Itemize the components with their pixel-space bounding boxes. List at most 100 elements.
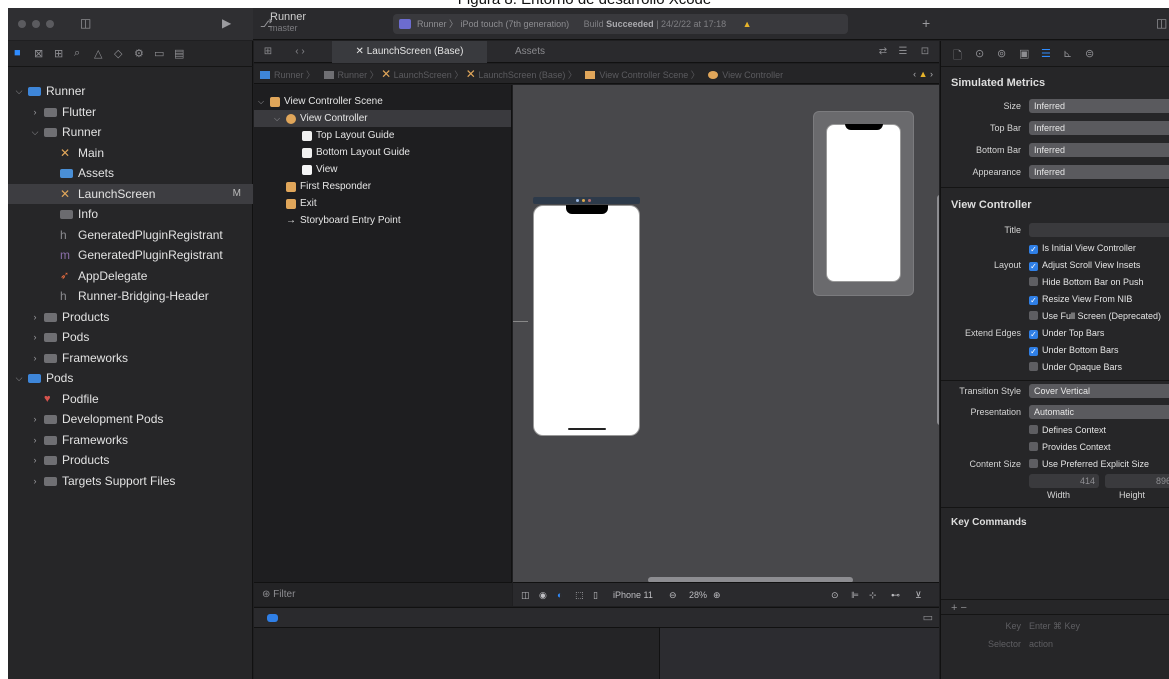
- history-icon[interactable]: ⊙: [975, 47, 984, 60]
- navigator-item[interactable]: ✕ Main: [8, 143, 253, 164]
- search-icon[interactable]: ⌕: [74, 47, 80, 60]
- height-field[interactable]: 896: [1105, 474, 1169, 488]
- scheme-selector[interactable]: Runner master: [270, 12, 315, 34]
- vertical-scrollbar[interactable]: [937, 195, 939, 425]
- outline-item[interactable]: Bottom Layout Guide: [254, 144, 511, 161]
- appearance-popup[interactable]: Inferred: [1029, 165, 1169, 179]
- split-editor-icon[interactable]: ⊡: [916, 41, 934, 63]
- chevron-right-icon[interactable]: ›: [30, 307, 40, 328]
- run-destination[interactable]: Runner 〉 iPod touch (7th generation): [417, 19, 569, 29]
- add-key-command-icon[interactable]: +: [951, 602, 957, 614]
- chevron-right-icon[interactable]: ›: [30, 430, 40, 451]
- inspector-checkbox[interactable]: Defines Context: [1029, 423, 1106, 437]
- inspector-checkbox[interactable]: ✓ Resize View From NIB: [1029, 292, 1132, 306]
- inspector-checkbox[interactable]: Under Opaque Bars: [1029, 360, 1122, 374]
- size-popup[interactable]: Inferred: [1029, 99, 1169, 113]
- selector-field[interactable]: action: [1029, 639, 1053, 649]
- warning-icon[interactable]: △: [94, 47, 102, 60]
- warning-triangle-icon[interactable]: ▲: [743, 19, 752, 29]
- device-frame-icon[interactable]: ▯: [593, 583, 598, 607]
- navigator-item[interactable]: h GeneratedPluginRegistrant: [8, 225, 253, 246]
- source-control-icon[interactable]: ⊠: [34, 47, 43, 60]
- width-field[interactable]: 414: [1029, 474, 1099, 488]
- navigator-item[interactable]: Assets: [8, 163, 253, 184]
- inspector-checkbox[interactable]: ✓ Under Bottom Bars: [1029, 343, 1119, 357]
- chevron-down-icon[interactable]: ⌵: [258, 93, 264, 110]
- inspector-checkbox[interactable]: Hide Bottom Bar on Push: [1029, 275, 1144, 289]
- navigator-item[interactable]: ➶ AppDelegate: [8, 266, 253, 287]
- chevron-right-icon[interactable]: ›: [30, 102, 40, 123]
- navigator-item[interactable]: Info: [8, 204, 253, 225]
- outline-item[interactable]: ⌵ View Controller: [254, 110, 511, 127]
- zoom-window-button[interactable]: [46, 20, 54, 28]
- refresh-icon[interactable]: ⇄: [874, 41, 892, 63]
- jump-seg-4[interactable]: LaunchScreen (Base): [478, 70, 565, 80]
- zoom-out-icon[interactable]: ⊖: [669, 583, 677, 607]
- back-forward-icon[interactable]: ‹ ›: [280, 41, 320, 63]
- is-initial-checkbox[interactable]: ✓ Is Initial View Controller: [1029, 241, 1136, 255]
- navigator-item[interactable]: › Development Pods: [8, 409, 253, 430]
- outline-item[interactable]: View: [254, 161, 511, 178]
- editor-options-icon[interactable]: ☰: [894, 41, 912, 63]
- resolve-issues-icon[interactable]: ⊷: [891, 583, 900, 607]
- chevron-right-icon[interactable]: ›: [30, 409, 40, 430]
- main-device[interactable]: [826, 124, 901, 282]
- outline-item[interactable]: ⌵ View Controller Scene: [254, 93, 511, 110]
- console-pane[interactable]: [659, 628, 939, 679]
- outline-toggle-icon[interactable]: ◫: [521, 583, 530, 607]
- filter-field[interactable]: ⊛ Filter: [262, 589, 295, 600]
- update-frames-icon[interactable]: ⊙: [831, 583, 839, 607]
- navigator-item[interactable]: › Flutter: [8, 102, 253, 123]
- debug-toggle-icon[interactable]: [267, 614, 278, 622]
- connections-icon[interactable]: ⊜: [1085, 47, 1094, 60]
- chevron-down-icon[interactable]: ⌵: [14, 81, 24, 102]
- related-items-icon[interactable]: ⊞: [258, 41, 278, 63]
- navigator-item[interactable]: m GeneratedPluginRegistrant: [8, 245, 253, 266]
- run-button-icon[interactable]: ▶: [222, 16, 231, 30]
- navigator-item[interactable]: › Targets Support Files: [8, 471, 253, 492]
- hierarchy-icon[interactable]: ⊞: [54, 47, 63, 60]
- appearance-icon[interactable]: ◉: [539, 583, 547, 607]
- jump-seg-2[interactable]: Runner: [338, 70, 368, 80]
- embed-icon[interactable]: ⊻: [915, 583, 922, 607]
- tab-launchscreen[interactable]: ✕ LaunchScreen (Base): [332, 41, 487, 63]
- breakpoint-icon[interactable]: ▭: [154, 47, 164, 60]
- report-icon[interactable]: ▤: [174, 47, 184, 60]
- close-window-button[interactable]: [18, 20, 26, 28]
- file-inspector-icon[interactable]: 🗋: [953, 47, 962, 66]
- outline-item[interactable]: First Responder: [254, 178, 511, 195]
- inspector-checkbox[interactable]: Use Full Screen (Deprecated): [1029, 309, 1161, 323]
- remove-key-command-icon[interactable]: −: [961, 602, 967, 614]
- outline-item[interactable]: → Storyboard Entry Point: [254, 212, 511, 229]
- navigator-item[interactable]: ♥ Podfile: [8, 389, 253, 410]
- dark-mode-icon[interactable]: ◐: [557, 583, 562, 607]
- jump-seg-5[interactable]: View Controller Scene: [599, 70, 688, 80]
- main-scene-frame[interactable]: [813, 111, 914, 296]
- attributes-icon[interactable]: ☰: [1041, 47, 1051, 60]
- tab-assets[interactable]: Assets: [490, 41, 570, 63]
- inspector-checkbox[interactable]: Provides Context: [1029, 440, 1111, 454]
- inspector-toggle-icon[interactable]: ◫: [1156, 16, 1167, 30]
- outline-filter[interactable]: ⊛ Filter: [254, 582, 512, 606]
- navigator-item[interactable]: › Products: [8, 450, 253, 471]
- bottom-bar-popup[interactable]: Inferred: [1029, 143, 1169, 157]
- chevron-down-icon[interactable]: ⌵: [274, 110, 280, 127]
- device-selector[interactable]: iPhone 11: [613, 583, 653, 607]
- sidebar-toggle-icon[interactable]: ◫: [80, 16, 91, 30]
- inspector-checkbox[interactable]: ✓ Adjust Scroll View Insets: [1029, 258, 1140, 272]
- chevron-right-icon[interactable]: ›: [30, 348, 40, 369]
- navigator-item[interactable]: ⌵ Runner: [8, 122, 253, 143]
- presentation-popup[interactable]: Automatic: [1029, 405, 1169, 419]
- navigator-item[interactable]: h Runner-Bridging-Header: [8, 286, 253, 307]
- title-field[interactable]: [1029, 223, 1169, 237]
- folder-icon[interactable]: ■: [14, 47, 21, 59]
- issue-nav-arrows[interactable]: ‹ ▲ ›: [913, 64, 933, 83]
- debug-icon[interactable]: ⚙: [134, 47, 144, 60]
- identity-icon[interactable]: ▣: [1019, 47, 1029, 60]
- inspector-checkbox[interactable]: ✓ Under Top Bars: [1029, 326, 1104, 340]
- navigator-item[interactable]: ✕ LaunchScreen M: [8, 183, 253, 204]
- transition-style-popup[interactable]: Cover Vertical: [1029, 384, 1169, 398]
- chevron-down-icon[interactable]: ⌵: [14, 368, 24, 389]
- add-constraints-icon[interactable]: ⊹: [869, 583, 877, 607]
- launch-screen-device[interactable]: [533, 205, 640, 436]
